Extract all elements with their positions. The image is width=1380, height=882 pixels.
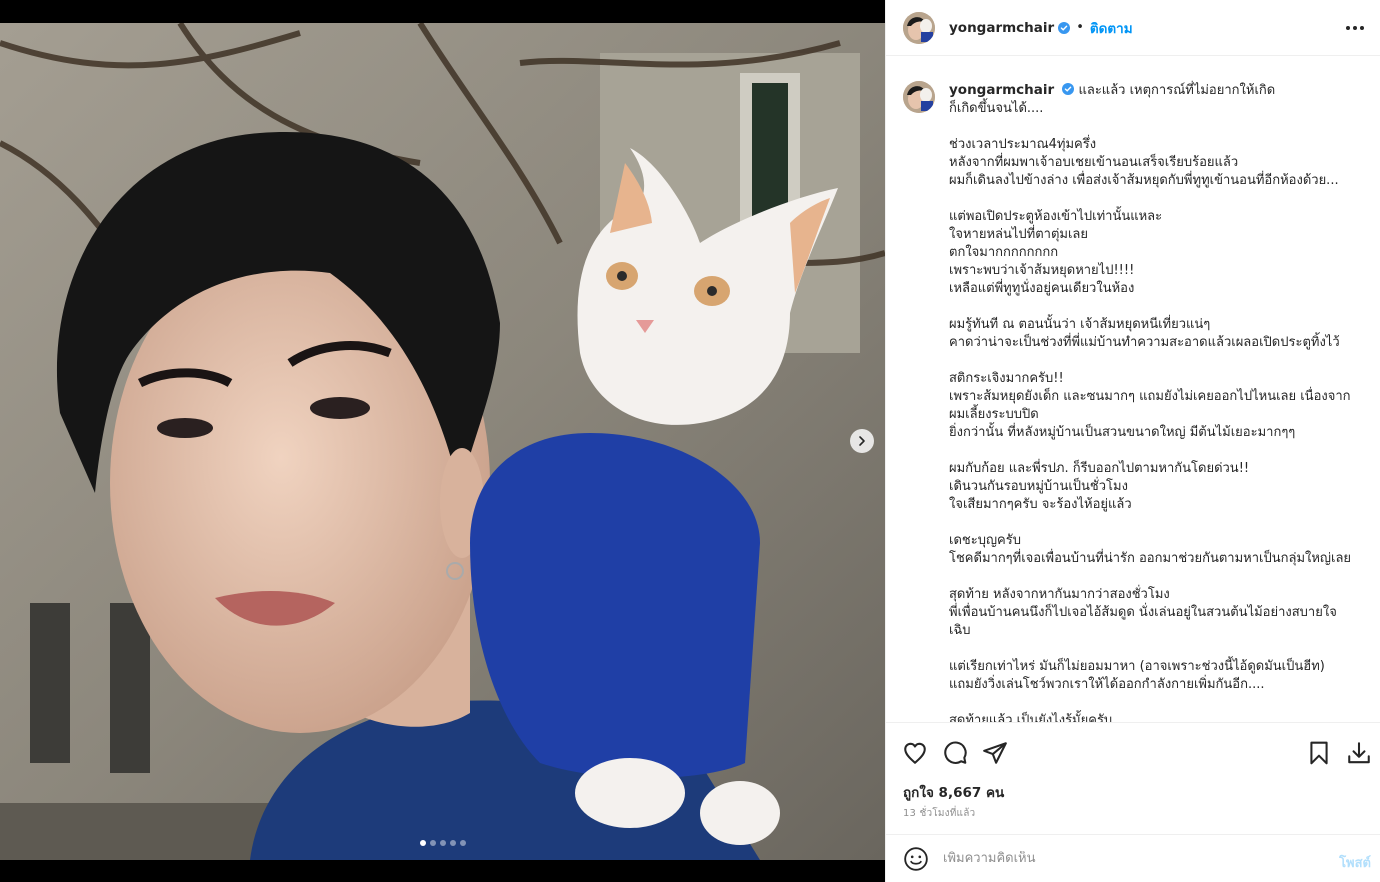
caption-line: เพราะส้มหยุดยังเด็ก และซนมากๆ แถมยังไม่เ… bbox=[949, 389, 1351, 404]
caption-line: สติกระเจิงมากครับ!! bbox=[949, 371, 1064, 386]
caption-line: แต่เรียกเท่าไหร่ มันก็ไม่ยอมมาหา (อาจเพร… bbox=[949, 659, 1325, 674]
caption-line: สุดท้าย หลังจากหากันมากว่าสองชั่วโมง bbox=[949, 587, 1170, 602]
caption-line: ช่วงเวลาประมาณ4ทุ่มครึ่ง bbox=[949, 137, 1097, 152]
post-actions: ถูกใจ 8,667 คน 13 ชั่วโมงที่แล้ว bbox=[886, 722, 1380, 834]
caption-line: ยิ่งกว่านั้น ที่หลังหมู่บ้านเป็นสวนขนาดใ… bbox=[949, 425, 1296, 440]
carousel-dot bbox=[429, 840, 436, 846]
carousel-dot bbox=[449, 840, 456, 846]
paper-plane-icon[interactable] bbox=[982, 740, 1008, 766]
more-options-icon[interactable] bbox=[1343, 18, 1367, 38]
chevron-right-icon bbox=[859, 436, 865, 446]
caption-line: ผมก็เดินลงไปข้างล่าง เพื่อส่งเจ้าส้มหยุด… bbox=[949, 173, 1339, 188]
caption-line: เฉิบ bbox=[949, 623, 971, 638]
caption-line: ผมเลี้ยงระบบปิด bbox=[949, 407, 1039, 422]
caption-scroll-area[interactable]: yongarmchair และแล้ว เหตุการณ์ที่ไม่อยาก… bbox=[886, 57, 1380, 722]
caption-line: ก็เกิดขึ้นจนได้.... bbox=[949, 101, 1044, 116]
carousel-dot bbox=[419, 840, 426, 846]
comment-bubble-icon[interactable] bbox=[942, 740, 968, 766]
post-media bbox=[0, 0, 885, 882]
caption-line: สุดท้ายแล้ว เป็นยังไงรู้มั้ยครับ bbox=[949, 713, 1113, 722]
carousel-dot bbox=[439, 840, 446, 846]
carousel-dot bbox=[459, 840, 466, 846]
caption-line: พี่เพื่อนบ้านคนนึงก็ไปเจอไอ้ส้มดูด นั่งเ… bbox=[949, 605, 1337, 620]
post-details-panel: yongarmchair • ติดตาม yongarmchair และแล… bbox=[885, 0, 1380, 882]
caption-line bbox=[949, 298, 1365, 316]
caption-line bbox=[949, 190, 1365, 208]
caption-line: ใจหายหล่นไปที่ตาตุ่มเลย bbox=[949, 227, 1089, 242]
caption-line: และแล้ว เหตุการณ์ที่ไม่อยากให้เกิด bbox=[1078, 83, 1276, 98]
header-username[interactable]: yongarmchair bbox=[949, 20, 1054, 36]
verified-badge-icon bbox=[1062, 83, 1075, 95]
header-separator: • bbox=[1076, 20, 1084, 35]
caption-body: yongarmchair และแล้ว เหตุการณ์ที่ไม่อยาก… bbox=[949, 81, 1365, 722]
caption-first-line: yongarmchair และแล้ว เหตุการณ์ที่ไม่อยาก… bbox=[949, 81, 1365, 100]
caption-line bbox=[949, 568, 1365, 586]
verified-badge-icon bbox=[1058, 21, 1071, 34]
like-count[interactable]: ถูกใจ 8,667 คน bbox=[903, 781, 1004, 803]
caption-line: ผมรู้ทันที ณ ตอนนั้นว่า เจ้าส้มหยุดหนีเท… bbox=[949, 317, 1211, 332]
comment-bar: โพสต์ bbox=[886, 834, 1380, 882]
caption-line: โชคดีมากๆที่เจอเพื่อนบ้านที่น่ารัก ออกมา… bbox=[949, 551, 1352, 566]
avatar-image bbox=[903, 11, 935, 44]
caption-line: แต่พอเปิดประตูห้องเข้าไปเท่านั้นแหละ bbox=[949, 209, 1163, 224]
caption-line bbox=[949, 640, 1365, 658]
download-icon[interactable] bbox=[1346, 740, 1372, 766]
caption-line: หลังจากที่ผมพาเจ้าอบเชยเข้านอนเสร็จเรียบ… bbox=[949, 155, 1239, 170]
caption-line: เพราะพบว่าเจ้าส้มหยุดหายไป!!!! bbox=[949, 263, 1135, 278]
follow-button[interactable]: ติดตาม bbox=[1090, 17, 1133, 39]
post-photo[interactable] bbox=[0, 23, 885, 860]
caption-line bbox=[949, 352, 1365, 370]
caption-line: ตกใจมากกกกกกกก bbox=[949, 245, 1059, 260]
bookmark-icon[interactable] bbox=[1306, 740, 1332, 766]
caption: yongarmchair และแล้ว เหตุการณ์ที่ไม่อยาก… bbox=[903, 81, 1365, 722]
caption-line: เดชะบุญครับ bbox=[949, 533, 1021, 548]
caption-avatar[interactable] bbox=[903, 81, 935, 113]
comment-input[interactable] bbox=[943, 851, 1313, 866]
carousel-indicator bbox=[0, 840, 885, 846]
carousel-next-button[interactable] bbox=[850, 429, 874, 453]
avatar-image bbox=[903, 81, 935, 113]
emoji-smiley-icon[interactable] bbox=[903, 846, 929, 872]
photo-illustration bbox=[0, 23, 885, 860]
caption-line bbox=[949, 514, 1365, 532]
caption-line: คาดว่าน่าจะเป็นช่วงที่พี่แม่บ้านทำความสะ… bbox=[949, 335, 1340, 350]
post-timestamp[interactable]: 13 ชั่วโมงที่แล้ว bbox=[903, 806, 975, 821]
caption-line bbox=[949, 442, 1365, 460]
caption-line bbox=[949, 694, 1365, 712]
caption-line bbox=[949, 118, 1365, 136]
avatar[interactable] bbox=[903, 11, 935, 44]
caption-username[interactable]: yongarmchair bbox=[949, 82, 1054, 98]
caption-line: ผมกับก้อย และพี่รปภ. ก็รีบออกไปตามหากันโ… bbox=[949, 461, 1250, 476]
heart-icon[interactable] bbox=[902, 740, 928, 766]
post-header: yongarmchair • ติดตาม bbox=[886, 0, 1380, 56]
caption-line: เหลือแต่พี่ทูทูนั่งอยู่คนเดียวในห้อง bbox=[949, 281, 1135, 296]
caption-line: เดินวนกันรอบหมู่บ้านเป็นชั่วโมง bbox=[949, 479, 1128, 494]
caption-line: ใจเสียมากๆครับ จะร้องไห้อยู่แล้ว bbox=[949, 497, 1132, 512]
post-comment-button[interactable]: โพสต์ bbox=[1339, 852, 1371, 873]
caption-line: แถมยังวิ่งเล่นโชว์พวกเราให้ได้ออกกำลังกา… bbox=[949, 677, 1265, 692]
